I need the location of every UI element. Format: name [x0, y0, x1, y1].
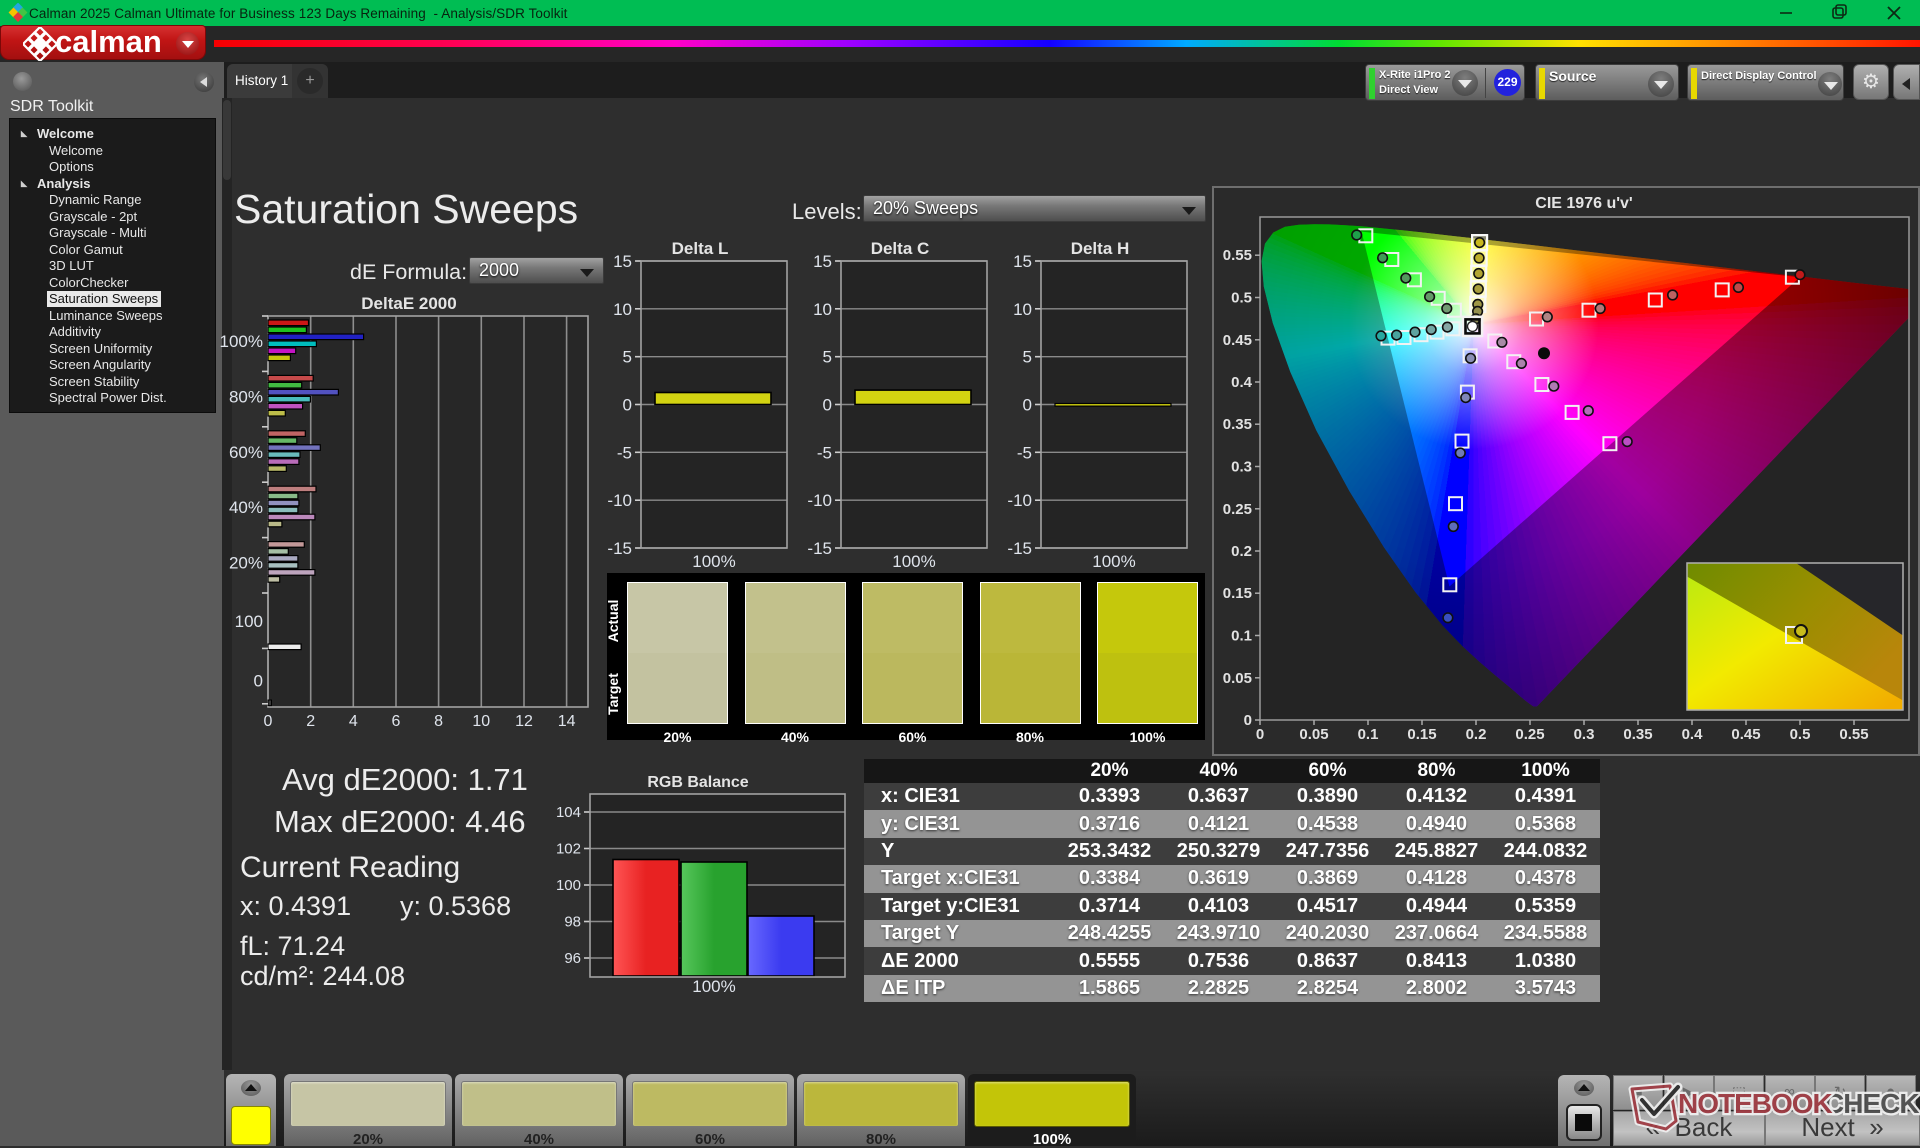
svg-text:15: 15 — [1013, 252, 1032, 271]
svg-text:100: 100 — [556, 877, 581, 894]
svg-text:0.55: 0.55 — [1839, 726, 1868, 743]
svg-text:-15: -15 — [607, 539, 632, 558]
svg-text:0.55: 0.55 — [1223, 247, 1252, 264]
svg-text:NOTEBOOK: NOTEBOOK — [1678, 1088, 1833, 1119]
svg-text:14: 14 — [558, 713, 576, 730]
svg-text:8: 8 — [434, 713, 443, 730]
svg-text:0.3: 0.3 — [1574, 726, 1595, 743]
svg-text:100%: 100% — [692, 552, 735, 571]
svg-text:DeltaE 2000: DeltaE 2000 — [361, 295, 456, 313]
svg-text:60%: 60% — [229, 443, 263, 462]
svg-text:-5: -5 — [617, 443, 632, 462]
svg-text:-10: -10 — [607, 491, 632, 510]
svg-text:0.05: 0.05 — [1299, 726, 1328, 743]
svg-text:20%: 20% — [229, 554, 263, 573]
svg-text:15: 15 — [813, 252, 832, 271]
svg-text:0.4: 0.4 — [1231, 374, 1253, 391]
svg-text:Delta H: Delta H — [1071, 239, 1130, 258]
svg-text:80%: 80% — [229, 387, 263, 406]
svg-text:0: 0 — [623, 396, 632, 415]
svg-text:104: 104 — [556, 804, 581, 821]
svg-text:4: 4 — [349, 713, 358, 730]
svg-text:100%: 100% — [220, 332, 263, 351]
svg-text:0.45: 0.45 — [1223, 332, 1252, 349]
svg-text:5: 5 — [1023, 348, 1032, 367]
svg-text:0: 0 — [1023, 396, 1032, 415]
svg-text:2: 2 — [306, 713, 315, 730]
svg-text:98: 98 — [564, 914, 581, 931]
svg-text:-10: -10 — [1007, 491, 1032, 510]
svg-text:0.25: 0.25 — [1223, 501, 1252, 518]
svg-text:0.25: 0.25 — [1515, 726, 1544, 743]
svg-text:0.1: 0.1 — [1358, 726, 1379, 743]
svg-text:0: 0 — [1244, 712, 1252, 729]
svg-text:0: 0 — [1256, 726, 1264, 743]
svg-text:0: 0 — [254, 671, 263, 690]
svg-text:-15: -15 — [1007, 539, 1032, 558]
svg-text:100%: 100% — [1092, 552, 1135, 571]
svg-text:0.2: 0.2 — [1466, 726, 1487, 743]
svg-text:0.5: 0.5 — [1231, 290, 1252, 307]
svg-text:100%: 100% — [892, 552, 935, 571]
svg-text:0.2: 0.2 — [1231, 543, 1252, 560]
svg-text:Delta L: Delta L — [672, 239, 729, 258]
svg-text:0.05: 0.05 — [1223, 670, 1252, 687]
svg-text:5: 5 — [823, 348, 832, 367]
svg-text:Delta C: Delta C — [871, 239, 930, 258]
svg-text:0: 0 — [823, 396, 832, 415]
svg-text:0.45: 0.45 — [1731, 726, 1760, 743]
svg-text:102: 102 — [556, 841, 581, 858]
svg-text:-15: -15 — [807, 539, 832, 558]
svg-text:10: 10 — [1013, 300, 1032, 319]
svg-text:-10: -10 — [807, 491, 832, 510]
svg-text:RGB Balance: RGB Balance — [647, 774, 748, 791]
svg-text:CHECK: CHECK — [1824, 1088, 1919, 1119]
svg-text:10: 10 — [813, 300, 832, 319]
svg-text:0.35: 0.35 — [1623, 726, 1652, 743]
svg-text:100%: 100% — [692, 977, 735, 996]
svg-text:40%: 40% — [229, 498, 263, 517]
svg-text:0.15: 0.15 — [1223, 585, 1252, 602]
svg-text:100: 100 — [235, 612, 263, 631]
svg-text:-5: -5 — [817, 443, 832, 462]
svg-text:CIE 1976 u'v': CIE 1976 u'v' — [1535, 195, 1632, 212]
svg-text:10: 10 — [472, 713, 490, 730]
svg-text:15: 15 — [613, 252, 632, 271]
svg-text:0: 0 — [264, 713, 273, 730]
svg-text:0.3: 0.3 — [1231, 459, 1252, 476]
svg-text:0.35: 0.35 — [1223, 416, 1252, 433]
svg-text:-5: -5 — [1017, 443, 1032, 462]
svg-text:5: 5 — [623, 348, 632, 367]
svg-text:96: 96 — [564, 950, 581, 967]
svg-text:0.1: 0.1 — [1231, 628, 1252, 645]
svg-text:6: 6 — [392, 713, 401, 730]
svg-text:0.4: 0.4 — [1682, 726, 1704, 743]
svg-text:0.5: 0.5 — [1790, 726, 1811, 743]
svg-text:10: 10 — [613, 300, 632, 319]
svg-text:12: 12 — [515, 713, 533, 730]
svg-text:0.15: 0.15 — [1407, 726, 1436, 743]
